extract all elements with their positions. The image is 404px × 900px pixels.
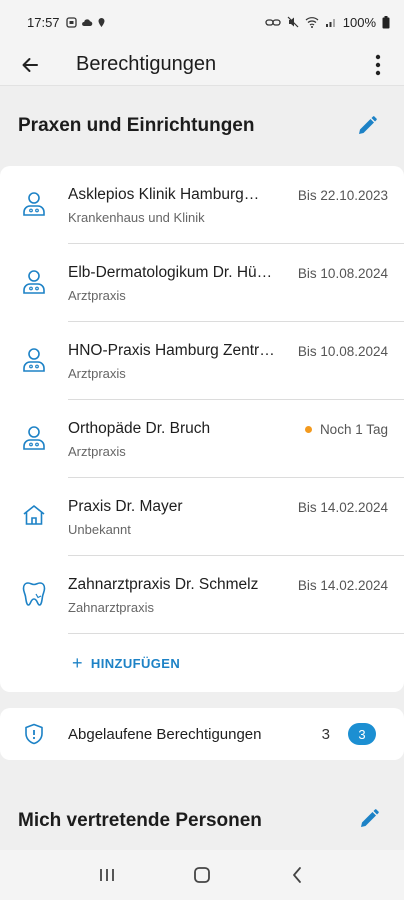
link-icon: [265, 18, 281, 26]
battery-icon: [382, 15, 390, 28]
practice-name: Elb-Dermatologikum Dr. Hü…: [68, 264, 273, 281]
house-icon: [23, 505, 45, 525]
list-item[interactable]: Elb-Dermatologikum Dr. Hü… Arztpraxis Bi…: [0, 244, 404, 322]
permission-expiry: Bis 22.10.2023: [298, 188, 388, 203]
practices-section-title: Praxen und Einrichtungen: [18, 115, 255, 136]
doctor-icon: [23, 192, 45, 216]
practice-name: HNO-Praxis Hamburg Zentr…: [68, 342, 275, 359]
practice-name: Praxis Dr. Mayer: [68, 498, 183, 515]
practice-type: Arztpraxis: [68, 444, 126, 459]
permission-expiry: Bis 10.08.2024: [298, 344, 388, 359]
back-button[interactable]: [18, 53, 42, 77]
expiry-text: Bis 14.02.2024: [297, 500, 388, 515]
pencil-icon: [359, 116, 377, 134]
permission-expiry: Bis 14.02.2024: [298, 578, 388, 593]
expiry-text: Bis 10.08.2024: [297, 266, 388, 281]
shield-icon: [25, 723, 43, 745]
practice-type: Arztpraxis: [68, 288, 126, 303]
expired-permissions-count: 3: [321, 725, 330, 743]
practices-card: Asklepios Klinik Hamburg… Krankenhaus un…: [0, 166, 404, 692]
plus-icon: +: [72, 652, 83, 673]
location-icon: [98, 17, 105, 27]
battery-level: 100%: [342, 14, 376, 30]
practices-section-header: Praxen und Einrichtungen: [0, 86, 404, 166]
practice-name: Zahnarztpraxis Dr. Schmelz: [68, 576, 259, 593]
list-item[interactable]: Zahnarztpraxis Dr. Schmelz Zahnarztpraxi…: [0, 556, 404, 634]
wifi-icon: [305, 17, 319, 28]
practice-name: Asklepios Klinik Hamburg…: [68, 186, 260, 203]
doctor-icon: [23, 270, 45, 294]
expired-permissions-badge: 3: [348, 723, 376, 745]
doctor-icon: [23, 426, 45, 450]
practice-type: Zahnarztpraxis: [68, 600, 154, 615]
list-item[interactable]: Asklepios Klinik Hamburg… Krankenhaus un…: [0, 166, 404, 244]
list-item[interactable]: HNO-Praxis Hamburg Zentr… Arztpraxis Bis…: [0, 322, 404, 400]
status-bar: 17:57 100%: [0, 0, 404, 44]
app-bar: Berechtigungen: [0, 44, 404, 86]
warning-dot: [304, 426, 312, 433]
representatives-section-title: Mich vertretende Personen: [18, 810, 262, 831]
expiry-text: Bis 22.10.2023: [297, 188, 388, 203]
notification-icon: [65, 16, 77, 28]
add-practice-label: HINZUFÜGEN: [90, 655, 181, 671]
recent-apps-button[interactable]: [87, 860, 127, 890]
recent-apps-icon: [100, 869, 115, 881]
page-title: Berechtigungen: [76, 53, 217, 75]
pencil-icon: [361, 808, 379, 827]
permission-expiry: Noch 1 Tag: [304, 422, 388, 437]
expiry-text: Noch 1 Tag: [319, 422, 388, 437]
practice-name: Orthopäde Dr. Bruch: [68, 420, 211, 437]
add-practice-button[interactable]: + HINZUFÜGEN: [0, 634, 404, 692]
practice-type: Unbekannt: [68, 522, 131, 537]
expiry-text: Bis 14.02.2024: [297, 578, 388, 593]
expired-permissions-row[interactable]: Abgelaufene Berechtigungen 3 3: [0, 708, 404, 760]
expired-permissions-label: Abgelaufene Berechtigungen: [68, 725, 262, 743]
clock: 17:57: [27, 14, 60, 30]
list-item[interactable]: Orthopäde Dr. Bruch Arztpraxis Noch 1 Ta…: [0, 400, 404, 478]
more-vertical-icon: [375, 54, 381, 75]
permission-expiry: Bis 14.02.2024: [298, 500, 388, 515]
tooth-icon: [22, 582, 46, 606]
arrow-left-icon: [22, 57, 38, 72]
practice-type: Arztpraxis: [68, 366, 126, 381]
representatives-section-header: Mich vertretende Personen: [0, 764, 404, 850]
permission-expiry: Bis 10.08.2024: [298, 266, 388, 281]
chevron-left-icon: [292, 867, 301, 883]
doctor-icon: [23, 348, 45, 372]
edit-representatives-button[interactable]: [358, 780, 380, 835]
list-item[interactable]: Praxis Dr. Mayer Unbekannt Bis 14.02.202…: [0, 478, 404, 556]
edit-practices-button[interactable]: [354, 113, 380, 139]
home-icon: [194, 867, 210, 883]
system-navigation-bar: [0, 850, 404, 900]
cloud-icon: [81, 18, 92, 26]
practice-type: Krankenhaus und Klinik: [68, 210, 205, 225]
divider: [68, 633, 404, 634]
home-button[interactable]: [182, 860, 222, 890]
signal-icon: [325, 19, 335, 27]
system-back-button[interactable]: [277, 860, 317, 890]
mute-icon: [287, 16, 299, 28]
expiry-text: Bis 10.08.2024: [297, 344, 388, 359]
overflow-menu-button[interactable]: [366, 53, 390, 77]
